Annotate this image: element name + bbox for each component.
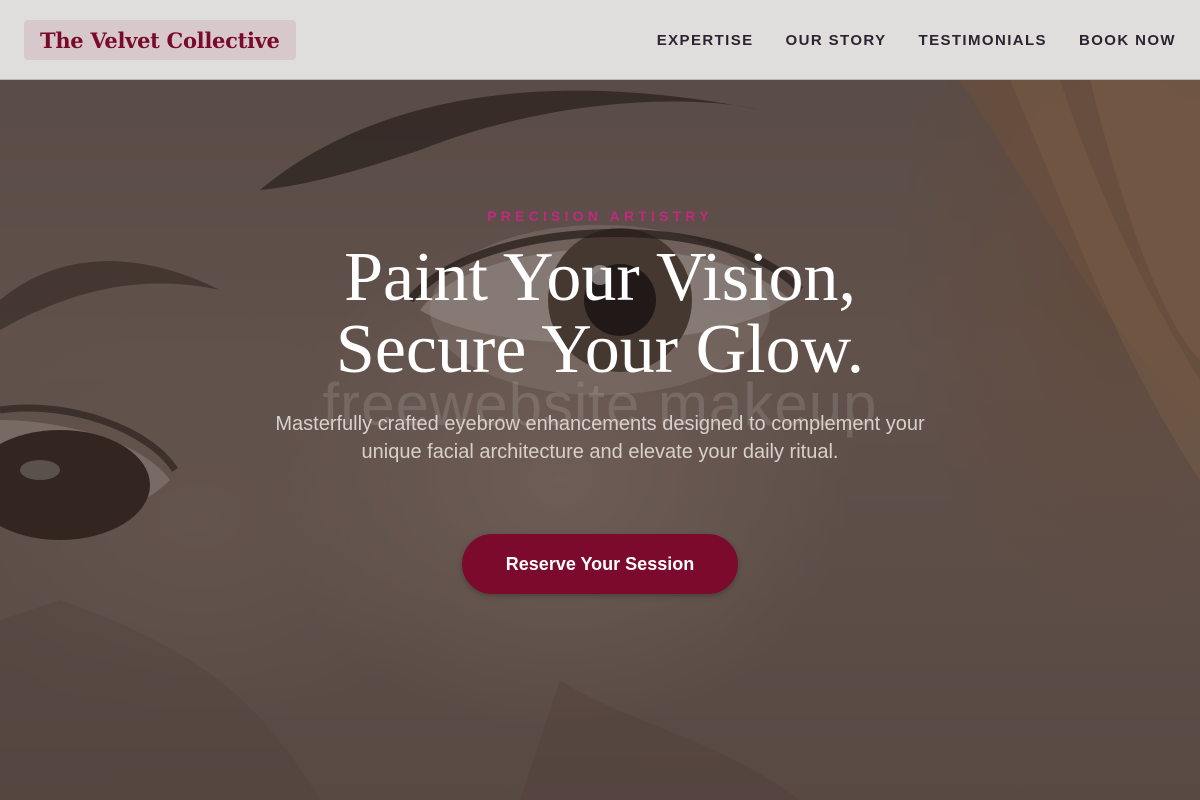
hero-headline-line-1: Paint Your Vision, [344, 239, 856, 316]
site-header: The Velvet Collective EXPERTISE OUR STOR… [0, 0, 1200, 80]
brand-logo[interactable]: The Velvet Collective [24, 20, 296, 60]
nav-link-our-story[interactable]: OUR STORY [786, 32, 887, 49]
hero-headline: Paint Your Vision, Secure Your Glow. [0, 242, 1200, 386]
hero-subtext: Masterfully crafted eyebrow enhancements… [275, 413, 925, 463]
nav-link-expertise[interactable]: EXPERTISE [657, 32, 754, 49]
nav-link-testimonials[interactable]: TESTIMONIALS [919, 32, 1047, 49]
hero-section: PRECISION ARTISTRY Paint Your Vision, Se… [0, 80, 1200, 800]
main-navigation: EXPERTISE OUR STORY TESTIMONIALS BOOK NO… [657, 0, 1176, 80]
hero-eyebrow: PRECISION ARTISTRY [487, 208, 713, 224]
reserve-session-button[interactable]: Reserve Your Session [462, 534, 738, 594]
nav-link-book-now[interactable]: BOOK NOW [1079, 32, 1176, 49]
